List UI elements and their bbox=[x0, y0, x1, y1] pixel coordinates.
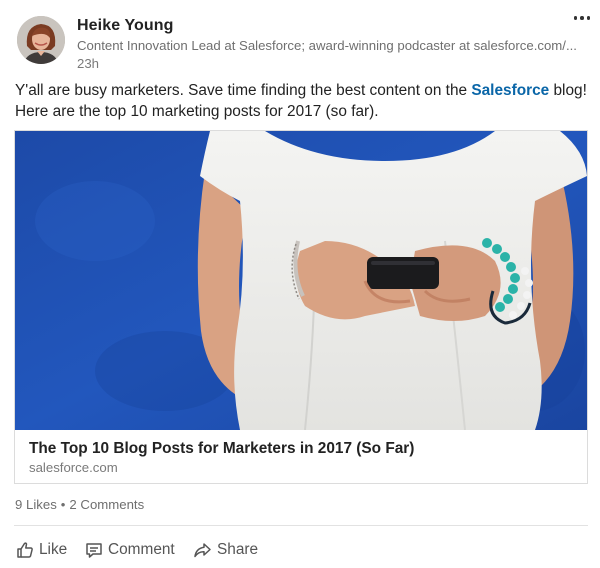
post-text-start: Y'all are busy marketers. Save time find… bbox=[15, 82, 472, 99]
article-domain: salesforce.com bbox=[29, 460, 118, 475]
share-label: Share bbox=[217, 541, 259, 558]
post-timestamp: 23h bbox=[77, 56, 100, 71]
post-text: Y'all are busy marketers. Save time find… bbox=[15, 80, 595, 122]
like-label: Like bbox=[39, 541, 68, 558]
author-headline: Content Innovation Lead at Salesforce; a… bbox=[77, 38, 577, 53]
more-options-icon[interactable] bbox=[570, 8, 594, 28]
share-button[interactable]: Share bbox=[193, 540, 258, 560]
count-separator: • bbox=[60, 497, 66, 512]
divider bbox=[14, 525, 588, 526]
article-preview-card[interactable]: The Top 10 Blog Posts for Marketers in 2… bbox=[14, 130, 588, 484]
article-image[interactable] bbox=[15, 131, 587, 430]
author-name[interactable]: Heike Young bbox=[77, 17, 174, 35]
comment-label: Comment bbox=[108, 541, 175, 558]
feed-post: Heike Young Content Innovation Lead at S… bbox=[0, 0, 600, 568]
thumbs-up-icon bbox=[17, 542, 33, 558]
comments-count[interactable]: 2 Comments bbox=[69, 497, 144, 512]
article-title[interactable]: The Top 10 Blog Posts for Marketers in 2… bbox=[29, 440, 414, 458]
salesforce-mention-link[interactable]: Salesforce bbox=[471, 82, 549, 99]
author-avatar[interactable] bbox=[17, 16, 65, 64]
likes-count[interactable]: 9 Likes bbox=[15, 497, 57, 512]
comment-icon bbox=[86, 543, 102, 558]
share-arrow-icon bbox=[194, 543, 211, 558]
comment-button[interactable]: Comment bbox=[85, 540, 175, 560]
like-button[interactable]: Like bbox=[16, 540, 67, 560]
social-counts: 9 Likes • 2 Comments bbox=[15, 497, 144, 512]
